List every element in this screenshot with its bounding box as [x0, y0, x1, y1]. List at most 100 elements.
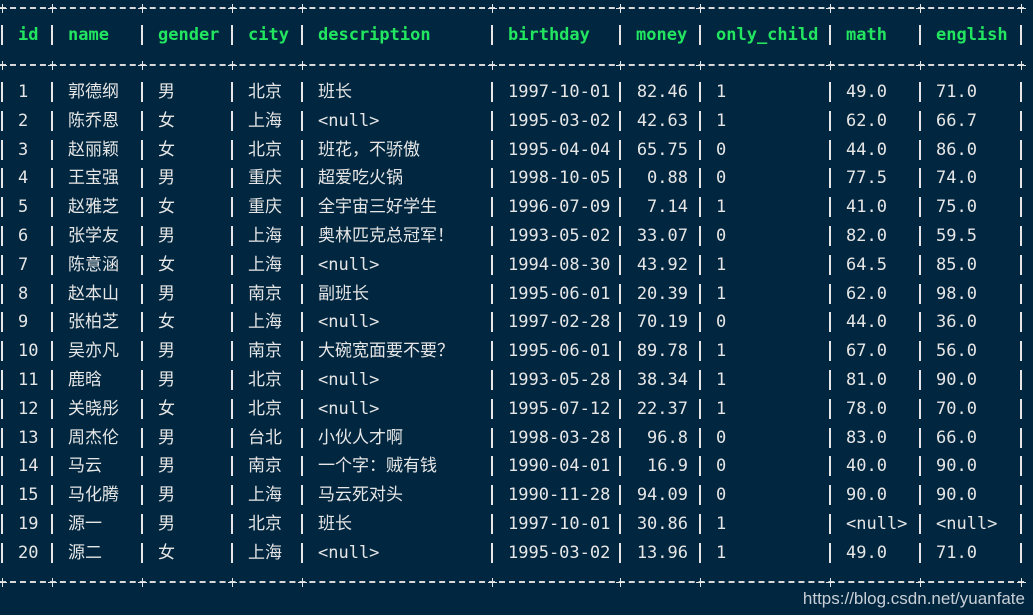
column-divider	[699, 514, 701, 534]
cell-birthday: 1990-04-01	[508, 456, 611, 477]
column-divider	[51, 110, 53, 131]
cell-city: 上海	[248, 226, 282, 246]
cell-money: 38.34	[636, 370, 688, 390]
column-divider	[1020, 226, 1022, 246]
column-divider	[829, 82, 831, 102]
column-divider	[699, 485, 701, 506]
column-divider	[699, 283, 701, 304]
cell-only_child: 1	[716, 370, 727, 390]
column-divider	[1, 226, 3, 246]
column-divider	[1, 456, 3, 477]
column-divider	[491, 254, 493, 275]
column-divider	[619, 197, 621, 218]
cell-city: 南京	[248, 283, 282, 304]
column-divider	[919, 226, 921, 246]
cell-math: 44.0	[846, 139, 887, 160]
column-divider	[919, 542, 921, 563]
cell-city: 台北	[248, 427, 282, 448]
column-divider	[619, 514, 621, 534]
column-divider	[699, 25, 701, 45]
border-corner	[488, 4, 497, 13]
column-divider	[1, 25, 3, 45]
column-divider	[51, 456, 53, 477]
cell-english: 70.0	[936, 398, 977, 419]
separator-line	[0, 64, 1024, 66]
cell-only_child: 1	[716, 197, 727, 218]
border-corner	[0, 4, 7, 13]
cell-city: 北京	[248, 370, 282, 390]
column-header-birthday: birthday	[508, 25, 590, 45]
column-divider	[699, 254, 701, 275]
column-divider	[919, 341, 921, 362]
cell-money: 22.37	[636, 398, 688, 419]
cell-name: 陈意涵	[68, 254, 119, 275]
border-corner	[616, 4, 625, 13]
column-divider	[919, 427, 921, 448]
column-divider	[491, 226, 493, 246]
cell-id: 9	[18, 312, 29, 333]
cell-math: 67.0	[846, 341, 887, 362]
column-divider	[829, 398, 831, 419]
cell-gender: 女	[158, 197, 175, 218]
column-divider	[619, 312, 621, 333]
column-divider	[51, 427, 53, 448]
cell-birthday: 1997-10-01	[508, 82, 611, 102]
cell-city: 上海	[248, 312, 282, 333]
column-divider	[301, 542, 303, 563]
column-divider	[699, 370, 701, 390]
column-divider	[491, 82, 493, 102]
column-divider	[231, 139, 233, 160]
column-divider	[919, 283, 921, 304]
column-divider	[1, 82, 3, 102]
border-corner	[298, 578, 307, 587]
column-divider	[829, 542, 831, 563]
cell-birthday: 1990-11-28	[508, 485, 611, 506]
cell-english: 90.0	[936, 370, 977, 390]
column-divider	[1020, 485, 1022, 506]
cell-description: 一个字：贼有钱	[318, 456, 437, 477]
column-divider	[231, 427, 233, 448]
border-corner	[488, 61, 497, 70]
column-divider	[51, 139, 53, 160]
column-divider	[141, 370, 143, 390]
cell-english: 56.0	[936, 341, 977, 362]
border-corner	[616, 578, 625, 587]
column-divider	[231, 283, 233, 304]
column-divider	[1020, 283, 1022, 304]
cell-id: 8	[18, 283, 29, 304]
cell-money: 89.78	[636, 341, 688, 362]
column-divider	[51, 82, 53, 102]
cell-money: 33.07	[636, 226, 688, 246]
cell-only_child: 1	[716, 341, 727, 362]
column-divider	[919, 514, 921, 534]
column-divider	[1, 283, 3, 304]
column-divider	[141, 110, 143, 131]
border-corner	[696, 4, 705, 13]
column-divider	[301, 427, 303, 448]
column-divider	[301, 370, 303, 390]
cell-birthday: 1996-07-09	[508, 197, 611, 218]
column-divider	[919, 485, 921, 506]
column-divider	[829, 226, 831, 246]
cell-math: 78.0	[846, 398, 887, 419]
column-divider	[919, 370, 921, 390]
column-divider	[619, 456, 621, 477]
border-corner	[826, 578, 835, 587]
column-divider	[829, 341, 831, 362]
column-divider	[699, 110, 701, 131]
cell-gender: 男	[158, 283, 175, 304]
cell-birthday: 1995-04-04	[508, 139, 611, 160]
border-corner	[48, 578, 57, 587]
column-divider	[619, 427, 621, 448]
cell-city: 北京	[248, 139, 282, 160]
column-divider	[829, 197, 831, 218]
column-divider	[619, 485, 621, 506]
cell-id: 7	[18, 254, 29, 275]
column-divider	[829, 139, 831, 160]
column-divider	[231, 168, 233, 189]
cell-math: 49.0	[846, 82, 887, 102]
cell-name: 王宝强	[68, 168, 119, 189]
column-divider	[619, 226, 621, 246]
cell-name: 马化腾	[68, 485, 119, 506]
column-divider	[1, 542, 3, 563]
